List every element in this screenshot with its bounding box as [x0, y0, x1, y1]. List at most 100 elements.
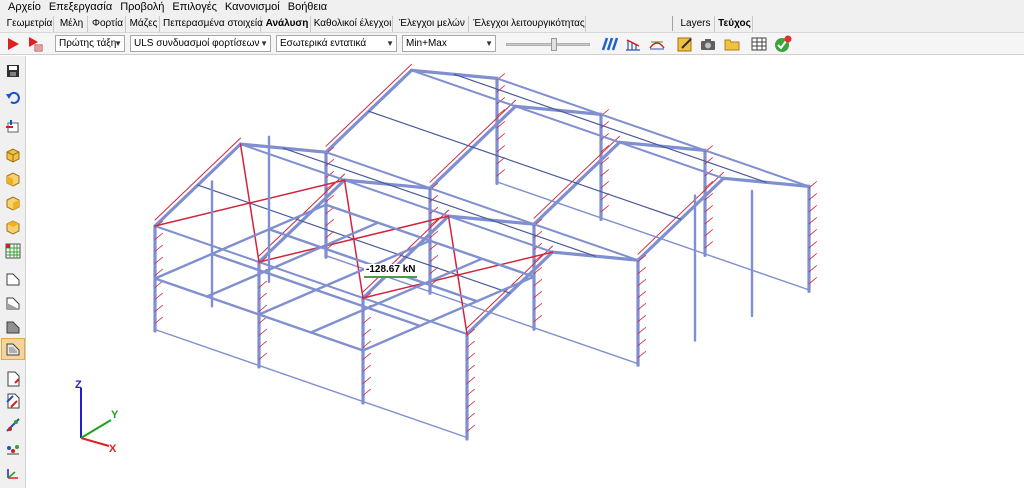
- tab-finite-elements[interactable]: Πεπερασμένα στοιχεία: [163, 16, 263, 32]
- save-button[interactable]: [4, 62, 22, 80]
- forces-diagram-button[interactable]: [600, 35, 620, 53]
- grid-icon: [5, 243, 21, 259]
- check-update-button[interactable]: [774, 35, 792, 53]
- roof-bracing[interactable]: [343, 179, 364, 299]
- menu-view[interactable]: Προβολή: [116, 0, 168, 14]
- tab-analysis[interactable]: Ανάλυση: [264, 16, 311, 32]
- member-select-icon: [6, 120, 19, 133]
- report-table-button[interactable]: [750, 35, 768, 53]
- axes-view-button[interactable]: [4, 464, 22, 482]
- result-value-label: -128.67 kN: [364, 264, 418, 278]
- run-analysis-button[interactable]: [4, 35, 22, 53]
- axis-triad: Z X Y: [75, 379, 119, 455]
- section-outline-icon: [6, 273, 20, 286]
- notebook-pencil-icon: [677, 37, 692, 52]
- roof-bracing[interactable]: [239, 143, 260, 263]
- force-diagram-hatch[interactable]: [808, 181, 817, 189]
- tab-loads[interactable]: Φορτία: [90, 16, 126, 32]
- analysis-order-value: Πρώτης τάξη: [59, 38, 117, 49]
- z-axis-label: Z: [75, 379, 82, 391]
- analysis-toolbar: Πρώτης τάξη ▼ ULS συνδυασμοί φορτίσεων ▼…: [0, 33, 1024, 55]
- chevron-down-icon: ▼: [114, 39, 122, 48]
- run-options-button[interactable]: [26, 35, 44, 53]
- tab-member-checks[interactable]: Έλεγχοι μελών: [396, 16, 469, 32]
- menu-edit[interactable]: Επεξεργασία: [45, 0, 116, 14]
- purlin[interactable]: [453, 73, 767, 183]
- analysis-order-select[interactable]: Πρώτης τάξη ▼: [55, 35, 125, 52]
- cube-side-icon: [6, 196, 20, 211]
- menu-bar: Αρχείο Επεξεργασία Προβολή Επιλογές Κανο…: [0, 0, 1024, 14]
- cube-front-icon: [6, 172, 20, 187]
- menu-help[interactable]: Βοήθεια: [284, 0, 331, 14]
- floor-beam[interactable]: [205, 221, 380, 298]
- tab-geometry[interactable]: Γεωμετρία: [6, 16, 54, 32]
- supports-view-button[interactable]: [4, 416, 22, 434]
- eave-beam[interactable]: [496, 77, 810, 188]
- menu-codes[interactable]: Κανονισμοί: [221, 0, 284, 14]
- force-diagram-line[interactable]: [429, 99, 516, 183]
- model-viewport[interactable]: -128.67 kN Z X Y: [27, 56, 1024, 488]
- envelope-value: Min+Max: [406, 38, 447, 49]
- floor-beam[interactable]: [153, 203, 328, 280]
- cube-top-icon: [6, 220, 20, 235]
- tab-global-checks[interactable]: Καθολικοί έλεγχοι: [313, 16, 393, 32]
- chevron-down-icon: ▼: [386, 39, 394, 48]
- roof-bracing[interactable]: [447, 215, 468, 335]
- force-diagram-line[interactable]: [637, 171, 724, 255]
- purlin[interactable]: [368, 110, 682, 220]
- tab-bar: Γεωμετρία Μέλη Φορτία Μάζες Πεπερασμένα …: [0, 14, 1024, 33]
- undo-icon: [6, 91, 20, 104]
- envelope-select[interactable]: Min+Max ▼: [402, 35, 496, 52]
- structural-frame-3d[interactable]: [27, 56, 1024, 488]
- purlin[interactable]: [282, 147, 596, 257]
- loads-view-button[interactable]: [4, 392, 22, 410]
- report-edit-button[interactable]: [676, 35, 694, 53]
- diagram-scale-slider[interactable]: [506, 38, 590, 51]
- force-diagram-line[interactable]: [325, 63, 412, 147]
- view-front-button[interactable]: [4, 170, 22, 188]
- section-view-button[interactable]: [4, 270, 22, 288]
- chevron-down-icon: ▼: [260, 39, 268, 48]
- x-axis-label: X: [109, 443, 117, 455]
- select-member-button[interactable]: [4, 118, 22, 136]
- view-side-button[interactable]: [4, 194, 22, 212]
- local-axes-icon: [7, 469, 18, 479]
- tab-masses[interactable]: Μάζες: [128, 16, 160, 32]
- table-report-icon: [751, 37, 767, 51]
- play-settings-icon: [29, 37, 43, 52]
- load-combination-value: ULS συνδυασμοί φορτίσεων: [134, 38, 260, 49]
- result-type-select[interactable]: Εσωτερικά εντατικά ▼: [276, 35, 397, 52]
- open-folder-button[interactable]: [723, 35, 741, 53]
- force-diagram-line[interactable]: [533, 135, 620, 219]
- y-axis-label: Y: [111, 409, 119, 421]
- ground-tie[interactable]: [154, 328, 468, 439]
- view-top-button[interactable]: [4, 218, 22, 236]
- member-diagram-button[interactable]: [624, 35, 642, 53]
- supports-icon: [6, 418, 20, 432]
- view-iso-button[interactable]: [4, 146, 22, 164]
- diagram-chart-icon: [626, 39, 640, 51]
- nodes-view-button[interactable]: [4, 440, 22, 458]
- solid-view-button[interactable]: [4, 318, 22, 336]
- section-filled-button[interactable]: [4, 294, 22, 312]
- tab-report[interactable]: Τεύχος: [717, 16, 753, 32]
- slider-thumb[interactable]: [551, 38, 557, 51]
- menu-options[interactable]: Επιλογές: [168, 0, 221, 14]
- grid-view-button[interactable]: [4, 242, 22, 260]
- document-view-button[interactable]: [4, 370, 22, 388]
- undo-button[interactable]: [4, 88, 22, 106]
- floor-beam[interactable]: [361, 275, 536, 352]
- camera-button[interactable]: [699, 35, 717, 53]
- tab-serviceability-checks[interactable]: Έλεγχοι λειτουργικότητας: [473, 16, 586, 32]
- render-view-button[interactable]: [1, 338, 25, 360]
- ground-tie[interactable]: [496, 181, 810, 291]
- chevron-down-icon: ▼: [485, 39, 493, 48]
- deformed-shape-button[interactable]: [648, 35, 666, 53]
- y-axis: [80, 419, 112, 439]
- save-icon: [7, 65, 19, 77]
- cube-iso-icon: [6, 148, 20, 163]
- menu-file[interactable]: Αρχείο: [4, 0, 45, 14]
- tab-members[interactable]: Μέλη: [56, 16, 88, 32]
- tab-layers[interactable]: Layers: [677, 16, 715, 32]
- load-combination-select[interactable]: ULS συνδυασμοί φορτίσεων ▼: [130, 35, 271, 52]
